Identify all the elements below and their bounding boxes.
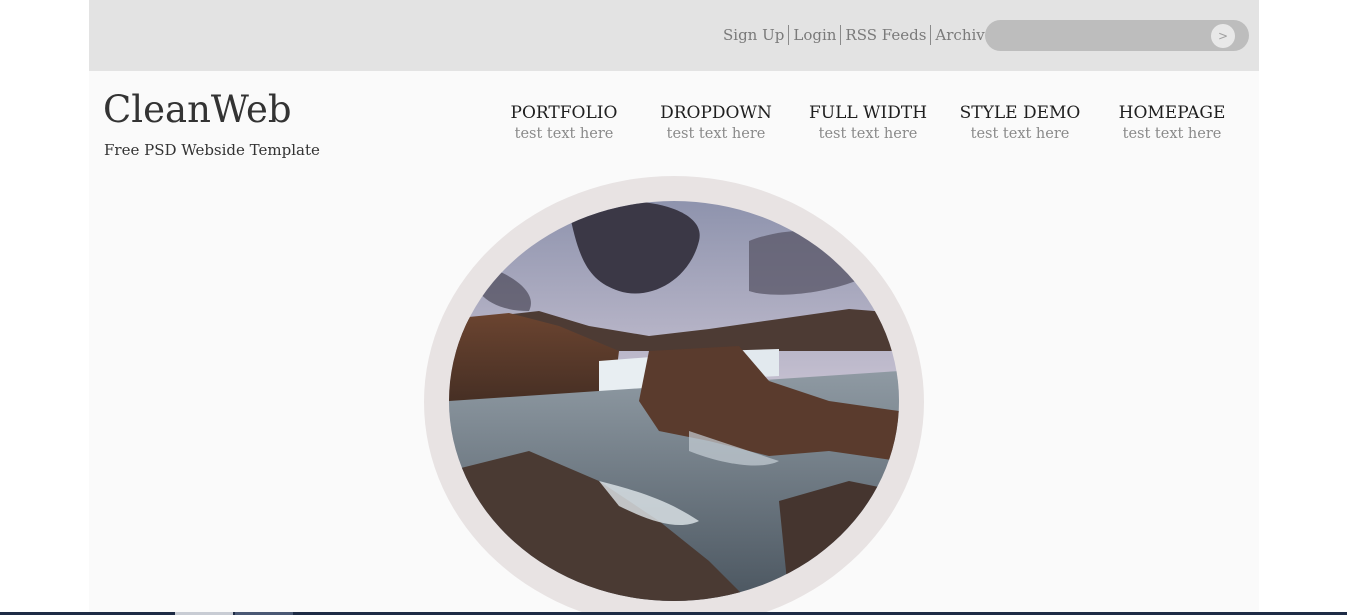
search-input[interactable]	[999, 25, 1204, 46]
hero-image	[449, 201, 899, 601]
nav-item-subtitle: test text here	[818, 126, 918, 142]
search-box: >	[985, 20, 1249, 51]
rss-feeds-link[interactable]: RSS Feeds	[841, 26, 930, 44]
top-bar: Sign Up Login RSS Feeds Archives >	[89, 0, 1259, 71]
login-link[interactable]: Login	[789, 26, 840, 44]
nav-item-title: DROPDOWN	[660, 103, 772, 123]
nav-item-title: PORTFOLIO	[510, 103, 618, 123]
nav-item-full-width[interactable]: FULL WIDTH test text here	[792, 102, 944, 144]
nav-item-portfolio[interactable]: PORTFOLIO test text here	[488, 102, 640, 144]
nav-item-subtitle: test text here	[666, 126, 766, 142]
nav-item-title: STYLE DEMO	[959, 103, 1081, 123]
nav-item-homepage[interactable]: HOMEPAGE test text here	[1096, 102, 1248, 144]
nav-item-subtitle: test text here	[1122, 126, 1222, 142]
nav-item-title: HOMEPAGE	[1118, 103, 1226, 123]
nav-item-dropdown[interactable]: DROPDOWN test text here	[640, 102, 792, 144]
search-submit-button[interactable]: >	[1211, 24, 1235, 48]
top-links: Sign Up Login RSS Feeds Archives	[719, 24, 1005, 46]
nav-item-style-demo[interactable]: STYLE DEMO test text here	[944, 102, 1096, 144]
page-wrapper: Sign Up Login RSS Feeds Archives > Clean…	[89, 0, 1259, 615]
nav-item-subtitle: test text here	[514, 126, 614, 142]
main-nav: PORTFOLIO test text here DROPDOWN test t…	[89, 102, 1259, 152]
sign-up-link[interactable]: Sign Up	[719, 26, 788, 44]
nav-item-title: FULL WIDTH	[808, 103, 928, 123]
nav-item-subtitle: test text here	[970, 126, 1070, 142]
waterfall-landscape-image	[449, 201, 899, 601]
